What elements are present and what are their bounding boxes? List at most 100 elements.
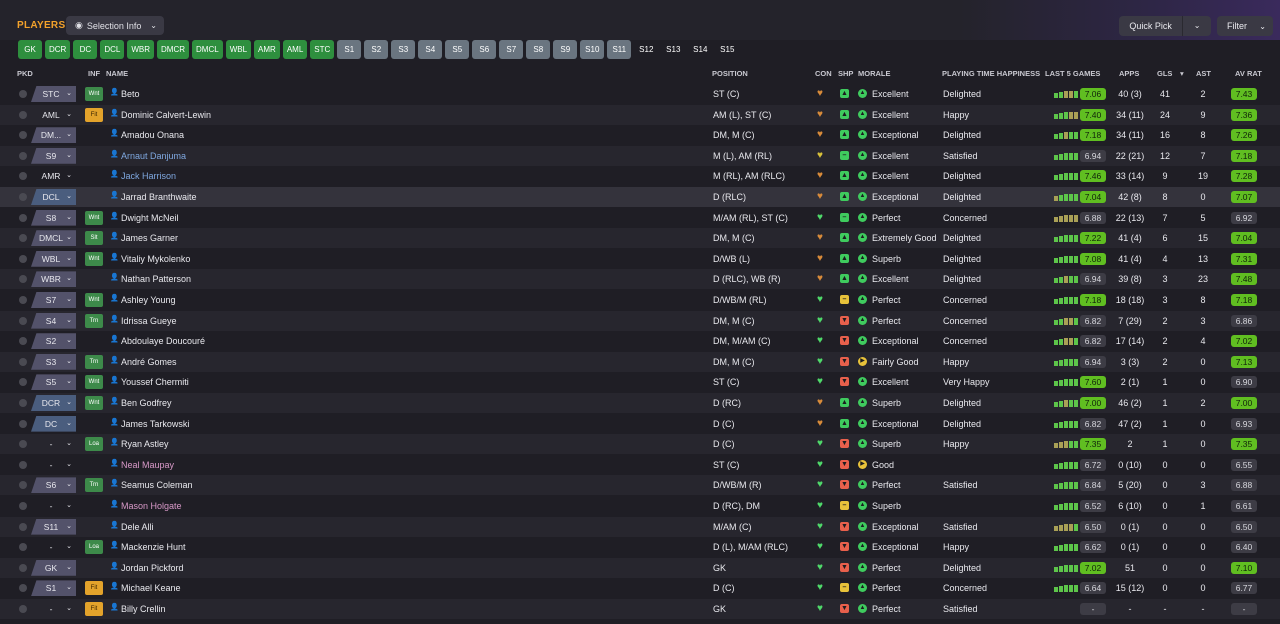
quick-pick-button[interactable]: Quick Pick ⌄: [1119, 16, 1211, 36]
position-button-wbl[interactable]: WBL: [225, 40, 252, 59]
col-name[interactable]: NAME: [106, 69, 128, 78]
role-selector[interactable]: S6 ⌄: [31, 477, 76, 494]
player-name[interactable]: James Tarkowski: [121, 414, 189, 434]
table-row[interactable]: DC ⌄ 👤 James Tarkowski D (C) ♥ ▲ ▲ Exceptional De…: [0, 414, 1280, 434]
role-selector[interactable]: S2 ⌄: [31, 333, 76, 350]
player-name[interactable]: Vitaliy Mykolenko: [121, 249, 190, 269]
player-name[interactable]: Abdoulaye Doucouré: [121, 331, 205, 351]
role-selector[interactable]: S9 ⌄: [31, 147, 76, 164]
selection-info-button[interactable]: ◉ Selection Info ⌄: [66, 16, 164, 35]
role-selector[interactable]: - ⌄: [31, 498, 76, 514]
table-row[interactable]: DM... ⌄ 👤 Amadou Onana DM, M (C) ♥ ▲ ▲ Exception…: [0, 125, 1280, 145]
col-pkd[interactable]: PKD: [17, 69, 33, 78]
role-selector[interactable]: DCR ⌄: [31, 395, 76, 411]
filter-button[interactable]: Filter ⌄: [1217, 16, 1273, 36]
role-selector[interactable]: - ⌄: [31, 601, 76, 617]
position-button-dmcr[interactable]: DMCR: [157, 40, 190, 59]
player-name[interactable]: Ashley Young: [121, 290, 176, 310]
role-selector[interactable]: DMCL ⌄: [31, 230, 76, 247]
role-selector[interactable]: STC ⌄: [31, 86, 76, 102]
player-name[interactable]: James Garner: [121, 228, 178, 248]
pick-indicator[interactable]: [19, 110, 27, 119]
player-name[interactable]: Mason Holgate: [121, 496, 182, 516]
player-name[interactable]: Youssef Chermiti: [121, 372, 189, 392]
pick-indicator[interactable]: [19, 337, 27, 346]
position-button-s12[interactable]: S12: [634, 40, 658, 59]
col-avrat[interactable]: AV RAT: [1235, 69, 1262, 78]
player-name[interactable]: Idrissa Gueye: [121, 311, 177, 331]
col-pth[interactable]: PLAYING TIME HAPPINESS: [942, 69, 1040, 78]
pick-indicator[interactable]: [19, 213, 27, 222]
pick-indicator[interactable]: [19, 481, 27, 490]
table-row[interactable]: AML ⌄ Fit 👤 Dominic Calvert-Lewin AM (L), ST …: [0, 104, 1280, 125]
position-button-s13[interactable]: S13: [661, 40, 685, 59]
table-row[interactable]: S1 ⌄ Fit 👤 Michael Keane D (C) ♥ – ▲ Perfect Conce…: [0, 578, 1280, 598]
col-apps[interactable]: APPS: [1119, 69, 1139, 78]
pick-indicator[interactable]: [19, 316, 27, 325]
role-selector[interactable]: DC ⌄: [31, 415, 76, 432]
role-selector[interactable]: GK ⌄: [31, 559, 76, 576]
table-row[interactable]: S6 ⌄ Trn 👤 Seamus Coleman D/WB/M (R) ♥ ▼ ▲ Perfec…: [0, 475, 1280, 496]
position-button-s5[interactable]: S5: [445, 40, 470, 59]
col-position[interactable]: POSITION: [712, 69, 748, 78]
pick-indicator[interactable]: [19, 90, 27, 98]
table-row[interactable]: DCL ⌄ 👤 Jarrad Branthwaite D (RLC) ♥ ▲ ▲ Excepti…: [0, 187, 1280, 207]
pick-indicator[interactable]: [19, 584, 27, 593]
position-button-s3[interactable]: S3: [391, 40, 416, 59]
pick-indicator[interactable]: [19, 151, 27, 160]
player-name[interactable]: André Gomes: [121, 352, 177, 372]
position-button-s4[interactable]: S4: [418, 40, 443, 59]
position-button-s6[interactable]: S6: [472, 40, 497, 59]
role-selector[interactable]: - ⌄: [31, 436, 76, 452]
position-button-stc[interactable]: STC: [310, 40, 335, 59]
player-name[interactable]: Beto: [121, 84, 140, 104]
position-button-s9[interactable]: S9: [553, 40, 578, 59]
table-row[interactable]: S7 ⌄ Wnt 👤 Ashley Young D/WB/M (RL) ♥ – ▲ Perfect…: [0, 290, 1280, 310]
position-button-amr[interactable]: AMR: [254, 40, 280, 59]
player-name[interactable]: Ben Godfrey: [121, 393, 172, 413]
player-name[interactable]: Billy Crellin: [121, 599, 166, 619]
col-con[interactable]: CON: [815, 69, 832, 78]
table-row[interactable]: S11 ⌄ 👤 Dele Alli M/AM (C) ♥ ▼ ▲ Exceptional Sati…: [0, 516, 1280, 537]
position-button-dcl[interactable]: DCL: [100, 40, 125, 59]
position-button-gk[interactable]: GK: [18, 40, 42, 59]
pick-indicator[interactable]: [19, 254, 27, 263]
pick-indicator[interactable]: [19, 543, 27, 552]
table-row[interactable]: WBL ⌄ Wnt 👤 Vitaliy Mykolenko D/WB (L) ♥ ▲ ▲ Supe…: [0, 249, 1280, 269]
pick-indicator[interactable]: [19, 563, 27, 572]
col-last5[interactable]: LAST 5 GAMES: [1045, 69, 1100, 78]
col-ast[interactable]: AST: [1196, 69, 1211, 78]
role-selector[interactable]: S1 ⌄: [31, 580, 76, 597]
role-selector[interactable]: S4 ⌄: [31, 312, 76, 329]
pick-indicator[interactable]: [19, 193, 27, 201]
table-row[interactable]: DCR ⌄ Wnt 👤 Ben Godfrey D (RC) ♥ ▲ ▲ Superb Deligh…: [0, 393, 1280, 413]
pick-indicator[interactable]: [19, 399, 27, 407]
position-button-s10[interactable]: S10: [580, 40, 605, 59]
player-name[interactable]: Ryan Astley: [121, 434, 169, 454]
quick-pick-dropdown-icon[interactable]: ⌄: [1182, 16, 1211, 36]
sort-desc-icon[interactable]: ▾: [1180, 69, 1184, 78]
table-row[interactable]: AMR ⌄ 👤 Jack Harrison M (RL), AM (RLC) ♥ ▲ ▲ Exc…: [0, 166, 1280, 186]
col-morale[interactable]: MORALE: [858, 69, 891, 78]
table-row[interactable]: GK ⌄ 👤 Jordan Pickford GK ♥ ▼ ▲ Perfect Delighted…: [0, 557, 1280, 578]
col-shp[interactable]: SHP: [838, 69, 853, 78]
position-button-aml[interactable]: AML: [282, 40, 308, 59]
role-selector[interactable]: DCL ⌄: [31, 189, 76, 205]
position-button-s15[interactable]: S15: [715, 40, 739, 59]
pick-indicator[interactable]: [19, 357, 27, 366]
pick-indicator[interactable]: [19, 296, 27, 304]
role-selector[interactable]: S8 ⌄: [31, 209, 76, 226]
table-row[interactable]: S3 ⌄ Trn 👤 André Gomes DM, M (C) ♥ ▼ ▶ Fairly Goo…: [0, 351, 1280, 372]
position-button-s2[interactable]: S2: [364, 40, 389, 59]
player-name[interactable]: Dwight McNeil: [121, 208, 179, 228]
pick-indicator[interactable]: [19, 460, 27, 469]
player-name[interactable]: Arnaut Danjuma: [121, 146, 186, 166]
role-selector[interactable]: DM... ⌄: [31, 127, 76, 144]
role-selector[interactable]: S5 ⌄: [31, 374, 76, 391]
pick-indicator[interactable]: [19, 502, 27, 510]
player-name[interactable]: Dominic Calvert-Lewin: [121, 105, 211, 125]
col-gls[interactable]: GLS: [1157, 69, 1172, 78]
position-button-s11[interactable]: S11: [607, 40, 632, 59]
table-row[interactable]: S2 ⌄ 👤 Abdoulaye Doucouré DM, M/AM (C) ♥ ▼ ▲ Exc…: [0, 331, 1280, 351]
role-selector[interactable]: S3 ⌄: [31, 353, 76, 370]
